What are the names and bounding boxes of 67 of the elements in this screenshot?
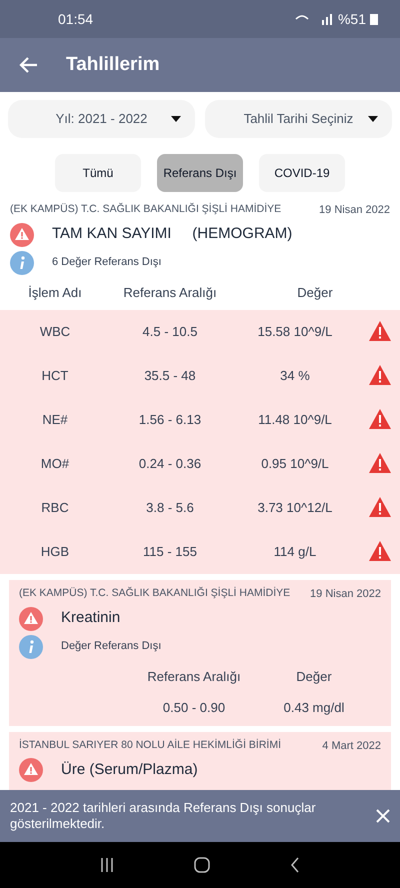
warning-icon	[368, 320, 392, 342]
table-cell-text: 114 g/L	[272, 543, 318, 562]
institution-name: İSTANBUL SARIYER 80 NOLU AİLE HEKİMLİĞİ BİRİMİ	[19, 738, 281, 753]
table-cell-text: 3.73 10^12/L	[256, 499, 334, 518]
info-icon	[10, 250, 34, 274]
test-name: TAM KAN SAYIMI (HEMOGRAM)	[52, 224, 292, 244]
table-cell-text: 15.58 10^9/L	[256, 323, 334, 342]
column-header: Referans Aralığı	[122, 284, 218, 302]
snackbar-message: 2021 - 2022 tarihleri arasında Referans Dışı sonuçlar gösterilmektedir.	[10, 800, 317, 832]
warning-icon	[368, 408, 392, 430]
page-title: Tahlillerim	[66, 52, 160, 77]
out-of-range-note: 6 Değer Referans Dışı	[52, 255, 162, 270]
test-name: Üre (Serum/Plazma)	[61, 760, 198, 780]
table-cell-text: NE#	[41, 411, 69, 430]
table-cell-text: HGB	[40, 543, 70, 562]
dropdown-caret-icon	[368, 116, 378, 122]
warning-icon	[368, 364, 392, 386]
result-date: 19 Nisan 2022	[319, 203, 390, 218]
column-header: İşlem Adı	[27, 284, 83, 302]
institution-name: (EK KAMPÜS) T.C. SAĞLIK BAKANLIĞI ŞİŞLİ HAMİDİYE	[19, 586, 290, 602]
dropdown[interactable]: Yıl: 2021 - 2022	[8, 100, 195, 138]
table-cell-text: 0.50 - 0.90	[162, 699, 226, 717]
table-cell-text: HCT	[40, 367, 70, 386]
signal-icon	[294, 13, 334, 25]
column-header: Değer	[295, 668, 333, 686]
close-button[interactable]	[376, 809, 390, 823]
battery-icon	[370, 13, 378, 25]
test-name: Kreatinin	[61, 608, 120, 628]
back-arrow-icon	[18, 56, 38, 74]
home-icon[interactable]	[194, 857, 210, 873]
warning-icon	[10, 222, 34, 246]
table-cell-text: 1.56 - 6.13	[138, 411, 202, 430]
table-cell-text: 35.5 - 48	[143, 367, 197, 386]
battery-percent: %51	[338, 10, 366, 28]
table-cell-text: RBC	[40, 499, 70, 518]
out-of-range-note: Değer Referans Dışı	[61, 639, 162, 654]
back-icon[interactable]	[290, 857, 300, 873]
result-date: 19 Nisan 2022	[310, 587, 381, 602]
result-date: 4 Mart 2022	[322, 738, 381, 754]
warning-icon	[368, 496, 392, 518]
table-cell-text: 11.48 10^9/L	[257, 411, 333, 430]
warning-icon	[368, 540, 392, 562]
table-cell-text: 3.8 - 5.6	[145, 499, 195, 518]
status-time: 01:54	[58, 10, 94, 28]
close-icon	[376, 809, 390, 823]
recent-apps-icon[interactable]	[100, 858, 114, 872]
back-button[interactable]	[18, 56, 38, 74]
table-cell-text: 4.5 - 10.5	[142, 323, 198, 342]
filter-tab[interactable]: Tümü	[55, 154, 141, 192]
dropdown-caret-icon	[171, 116, 181, 122]
table-cell-text: 0.43 mg/dl	[282, 699, 346, 717]
table-cell-text: 0.95 10^9/L	[260, 455, 330, 474]
warning-icon	[368, 452, 392, 474]
warning-icon	[19, 758, 43, 782]
warning-icon	[19, 606, 43, 630]
column-header: Değer	[296, 284, 334, 302]
table-cell-text: 34 %	[279, 367, 311, 386]
table-cell-text: 0.24 - 0.36	[138, 455, 202, 474]
table-cell-text: 115 - 155	[142, 543, 198, 562]
table-cell-text: MO#	[40, 455, 70, 474]
dropdown[interactable]: Tahlil Tarihi Seçiniz	[205, 100, 392, 138]
column-header: Referans Aralığı	[146, 668, 242, 686]
table-cell-text: WBC	[38, 323, 72, 342]
institution-name: (EK KAMPÜS) T.C. SAĞLIK BAKANLIĞI ŞİŞLİ HAMİDİYE	[10, 202, 282, 218]
filter-tab[interactable]: COVID-19	[259, 154, 345, 192]
filter-tab[interactable]: Referans Dışı	[157, 154, 243, 192]
info-icon	[19, 634, 43, 658]
